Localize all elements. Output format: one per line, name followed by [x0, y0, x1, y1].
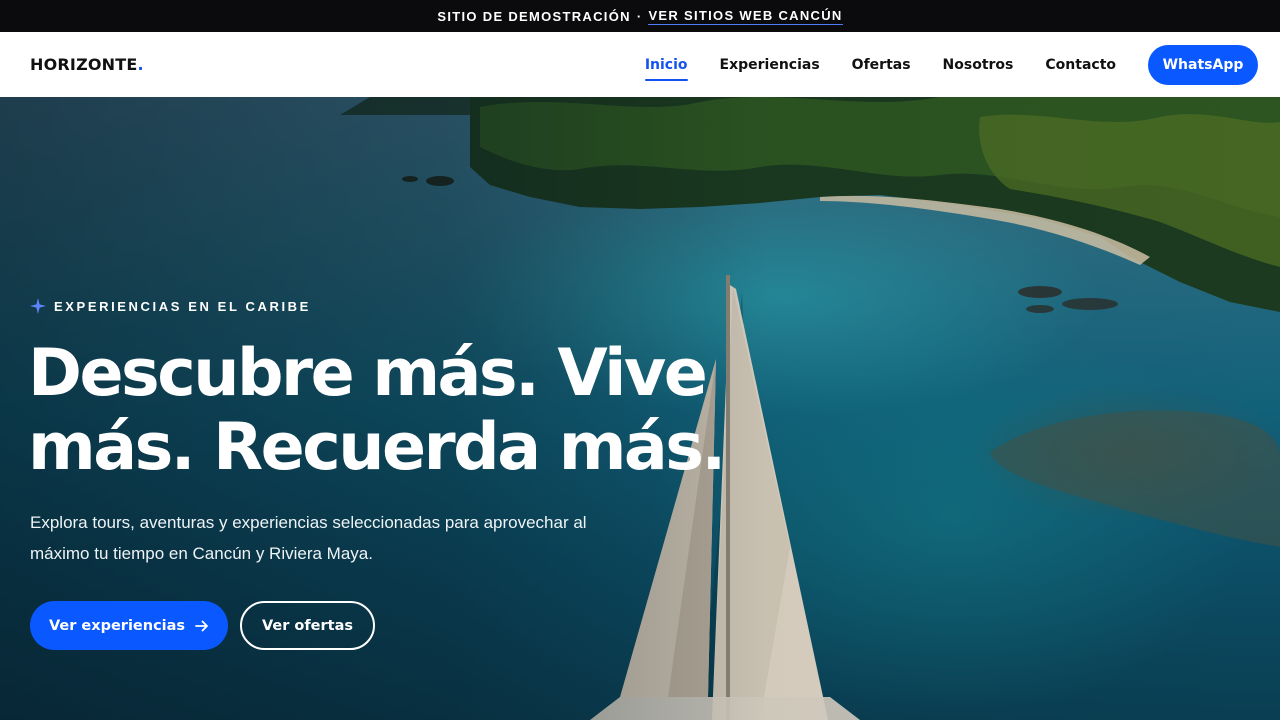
sparkle-icon: [30, 298, 46, 314]
view-experiences-label: Ver experiencias: [48, 617, 186, 634]
nav-link-experiencias[interactable]: Experiencias: [720, 51, 820, 79]
nav-link-ofertas[interactable]: Ofertas: [852, 51, 911, 79]
demo-banner-text: SITIO DE DEMOSTRACIÓN: [437, 8, 631, 24]
nav-link-nosotros[interactable]: Nosotros: [943, 51, 1014, 79]
whatsapp-button[interactable]: WhatsApp: [1148, 44, 1258, 85]
nav-link-inicio[interactable]: Inicio: [644, 51, 688, 81]
demo-banner-separator: ·: [636, 8, 643, 24]
site-header: HORIZONTE. Inicio Experiencias Ofertas N…: [0, 32, 1280, 97]
view-offers-button[interactable]: Ver ofertas: [240, 601, 375, 650]
view-experiences-button[interactable]: Ver experiencias: [30, 601, 228, 650]
hero-section: EXPERIENCIAS EN EL CARIBE Descubre más. …: [0, 97, 1280, 720]
site-logo[interactable]: HORIZONTE.: [30, 55, 144, 74]
arrow-right-icon: [195, 620, 208, 631]
nav-link-contacto[interactable]: Contacto: [1045, 51, 1116, 79]
hero-headline: Descubre más. Vive más. Recuerda más.: [28, 336, 726, 485]
main-nav: Inicio Experiencias Ofertas Nosotros Con…: [644, 51, 1116, 81]
logo-text: HORIZONTE: [30, 55, 138, 74]
hero-subtext: Explora tours, aventuras y experiencias …: [30, 513, 587, 563]
logo-dot: .: [137, 55, 144, 74]
hero-eyebrow: EXPERIENCIAS EN EL CARIBE: [30, 298, 311, 314]
demo-banner: SITIO DE DEMOSTRACIÓN · VER SITIOS WEB C…: [0, 0, 1280, 32]
demo-banner-link[interactable]: VER SITIOS WEB CANCÚN: [648, 8, 843, 25]
hero-eyebrow-text: EXPERIENCIAS EN EL CARIBE: [54, 298, 311, 314]
